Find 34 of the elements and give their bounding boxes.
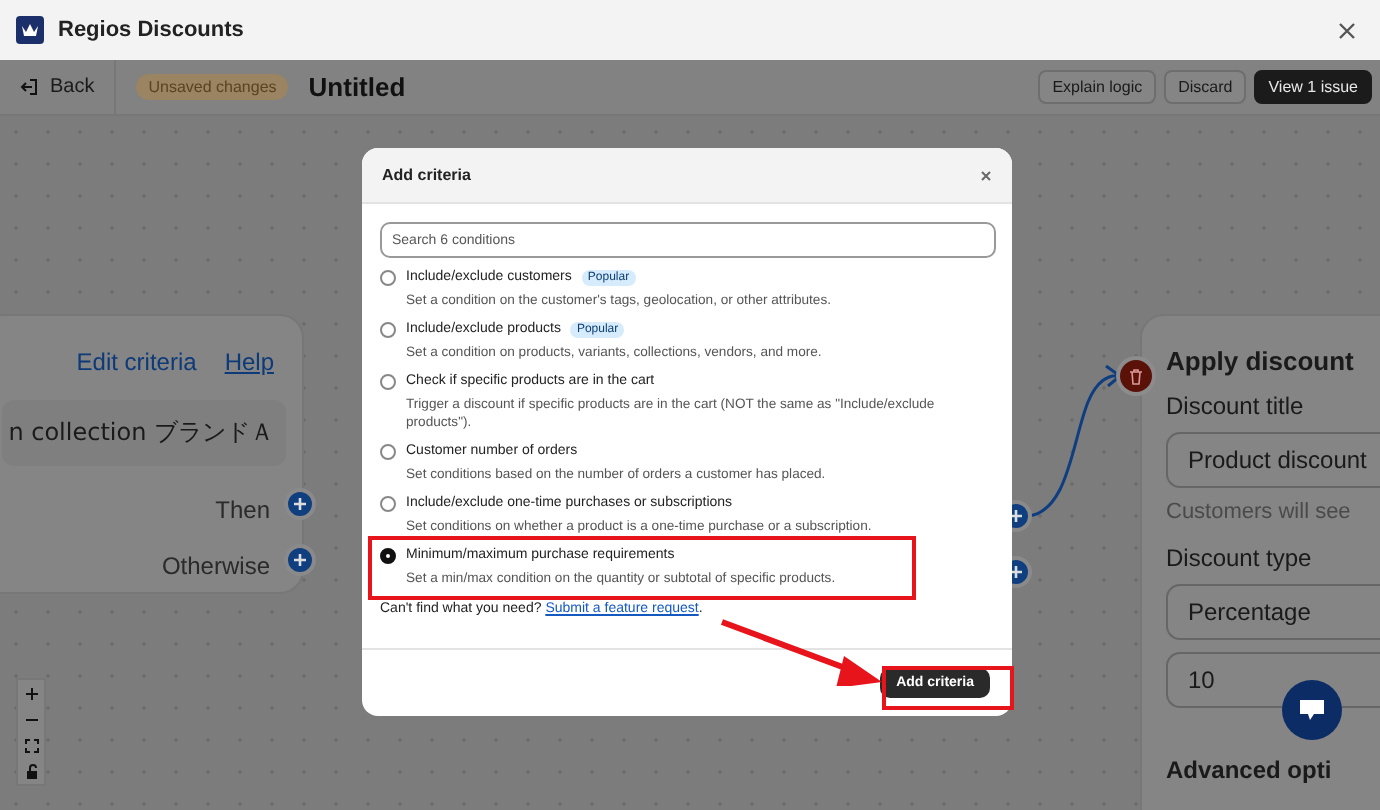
chat-icon xyxy=(1298,698,1326,722)
help-link[interactable]: Help xyxy=(224,348,274,376)
back-icon xyxy=(20,78,38,96)
add-step-icon[interactable] xyxy=(284,544,316,576)
radio-button[interactable] xyxy=(380,444,396,460)
section-title: Advanced opti xyxy=(1166,756,1334,784)
edit-criteria-link[interactable]: Edit criteria xyxy=(76,348,197,376)
close-icon[interactable] xyxy=(1338,21,1356,39)
radio-button[interactable] xyxy=(380,548,396,564)
app-logo-icon xyxy=(16,16,44,44)
close-icon[interactable] xyxy=(980,169,992,181)
help-text: Customers will see xyxy=(1166,500,1353,524)
radio-button[interactable] xyxy=(380,270,396,286)
radio-button[interactable] xyxy=(380,496,396,512)
field-label: Discount title xyxy=(1166,392,1306,420)
add-step-icon[interactable] xyxy=(284,488,316,520)
page-title: Untitled xyxy=(308,72,408,102)
output-label: Then xyxy=(215,494,270,526)
status-badge: Unsaved changes xyxy=(136,74,289,100)
toolbar-button[interactable]: Discard xyxy=(1164,70,1247,104)
node-title: Apply discount xyxy=(1166,346,1356,376)
field-label: Discount type xyxy=(1166,544,1314,572)
dialog-title: Add criteria xyxy=(382,166,473,184)
highlight-box xyxy=(882,666,1014,710)
radio-button[interactable] xyxy=(380,322,396,338)
window-title: Regios Discounts xyxy=(58,18,246,42)
trash-icon[interactable] xyxy=(1120,360,1152,392)
select-field[interactable]: Percentage xyxy=(1166,584,1380,640)
toolbar-button[interactable]: Explain logic xyxy=(1038,70,1157,104)
condition-chip: n collection ブランドＡ xyxy=(2,400,286,466)
radio-button[interactable] xyxy=(380,374,396,390)
input-field[interactable]: Product discount xyxy=(1166,432,1380,488)
primary-button[interactable]: View 1 issue xyxy=(1254,70,1372,104)
output-label: Otherwise xyxy=(161,550,270,582)
